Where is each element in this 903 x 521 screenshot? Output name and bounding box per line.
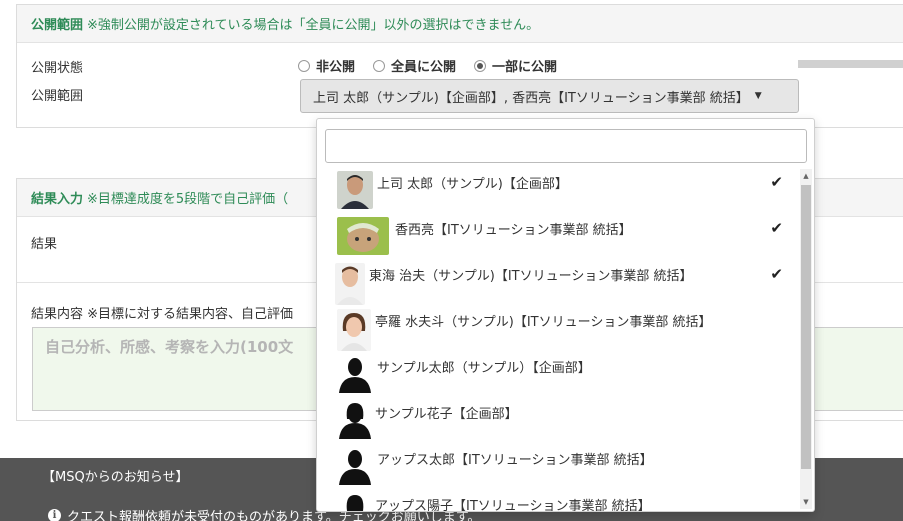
footer-title: 【MSQからのお知らせ】: [42, 470, 189, 485]
info-icon: i: [48, 509, 61, 521]
radio-public-all-label: 全員に公開: [391, 60, 457, 75]
textarea-placeholder: 自己分析、所感、考察を入力(100文: [45, 338, 294, 356]
dropdown-item[interactable]: サンプル太郎（サンプル）【企画部】: [317, 353, 799, 399]
dropdown-item[interactable]: 香西亮【ITソリューション事業部 統括】 ✔: [317, 215, 799, 261]
radio-public-partial-label: 一部に公開: [492, 60, 558, 75]
avatar-photo-icon: [335, 263, 365, 305]
result-label: 結果: [31, 237, 58, 252]
check-icon: ✔: [770, 265, 783, 283]
dropdown-item-name: 東海 治夫（サンプル)【ITソリューション事業部 統括】: [369, 269, 693, 284]
dropdown-item[interactable]: アップス陽子【ITソリューション事業部 統括】: [317, 491, 799, 512]
dropdown-item-name: サンプル太郎（サンプル）【企画部】: [377, 361, 591, 376]
radio-private-label: 非公開: [316, 60, 356, 75]
dropdown-scrollbar[interactable]: ▲ ▼: [800, 169, 812, 509]
avatar-photo-icon: [337, 171, 373, 209]
result-panel-note: ※目標達成度を5段階で自己評価（: [87, 192, 289, 207]
scroll-down-icon[interactable]: ▼: [800, 495, 812, 509]
user-silhouette-icon: [337, 447, 373, 485]
radio-public-partial[interactable]: 一部に公開: [474, 56, 557, 75]
dropdown-item-name: アップス陽子【ITソリューション事業部 統括】: [375, 499, 651, 512]
scope-label: 公開範囲: [31, 89, 84, 104]
dropdown-list: 上司 太郎（サンプル)【企画部】 ✔ 香西亮【ITソリューション事業部 統括】 …: [317, 169, 799, 512]
radio-public-all-circle[interactable]: [373, 59, 386, 72]
scroll-up-icon[interactable]: ▲: [800, 169, 812, 183]
result-panel-title: 結果入力: [31, 192, 84, 207]
dropdown-item[interactable]: サンプル花子【企画部】: [317, 399, 799, 445]
user-silhouette-icon: [337, 493, 373, 511]
visibility-radio-group: 非公開 全員に公開 一部に公開: [298, 56, 557, 75]
dropdown-item-name: 上司 太郎（サンプル)【企画部】: [377, 177, 568, 192]
radio-private[interactable]: 非公開: [298, 56, 355, 75]
avatar-photo-icon: [337, 309, 371, 351]
dropdown-item-name: サンプル花子【企画部】: [375, 407, 518, 422]
user-silhouette-icon: [337, 401, 373, 439]
rating-slider-track[interactable]: [798, 60, 903, 68]
dropdown-item[interactable]: アップス太郎【ITソリューション事業部 統括】: [317, 445, 799, 491]
visibility-panel-header: 公開範囲 ※強制公開が設定されている場合は「全員に公開」以外の選択はできません。: [17, 5, 903, 43]
radio-public-partial-circle[interactable]: [474, 59, 487, 72]
scope-select[interactable]: 上司 太郎（サンプル)【企画部】, 香西亮【ITソリューション事業部 統括】 ▼: [300, 79, 799, 113]
scrollbar-thumb[interactable]: [801, 185, 811, 469]
dropdown-item[interactable]: 東海 治夫（サンプル)【ITソリューション事業部 統括】 ✔: [317, 261, 799, 307]
caret-down-icon: ▼: [754, 91, 762, 101]
result-content-label: 結果内容 ※目標に対する結果内容、自己評価: [31, 307, 294, 322]
radio-private-circle[interactable]: [298, 59, 310, 72]
scope-dropdown: 上司 太郎（サンプル)【企画部】 ✔ 香西亮【ITソリューション事業部 統括】 …: [316, 118, 815, 512]
visibility-panel-title: 公開範囲: [31, 18, 84, 33]
dropdown-item[interactable]: 上司 太郎（サンプル)【企画部】 ✔: [317, 169, 799, 215]
dropdown-item-name: 香西亮【ITソリューション事業部 統括】: [395, 223, 632, 238]
user-silhouette-icon: [337, 355, 373, 393]
dropdown-item-name: アップス太郎【ITソリューション事業部 統括】: [377, 453, 653, 468]
avatar-photo-icon: [337, 217, 389, 255]
dropdown-item-name: 亭羅 水夫斗（サンプル)【ITソリューション事業部 統括】: [375, 315, 712, 330]
status-label: 公開状態: [31, 61, 84, 76]
check-icon: ✔: [770, 173, 783, 191]
dropdown-search-input[interactable]: [325, 129, 807, 163]
scope-select-value: 上司 太郎（サンプル)【企画部】, 香西亮【ITソリューション事業部 統括】: [313, 90, 749, 106]
visibility-panel-note: ※強制公開が設定されている場合は「全員に公開」以外の選択はできません。: [87, 18, 540, 33]
check-icon: ✔: [770, 219, 783, 237]
dropdown-item[interactable]: 亭羅 水夫斗（サンプル)【ITソリューション事業部 統括】: [317, 307, 799, 353]
radio-public-all[interactable]: 全員に公開: [373, 56, 456, 75]
